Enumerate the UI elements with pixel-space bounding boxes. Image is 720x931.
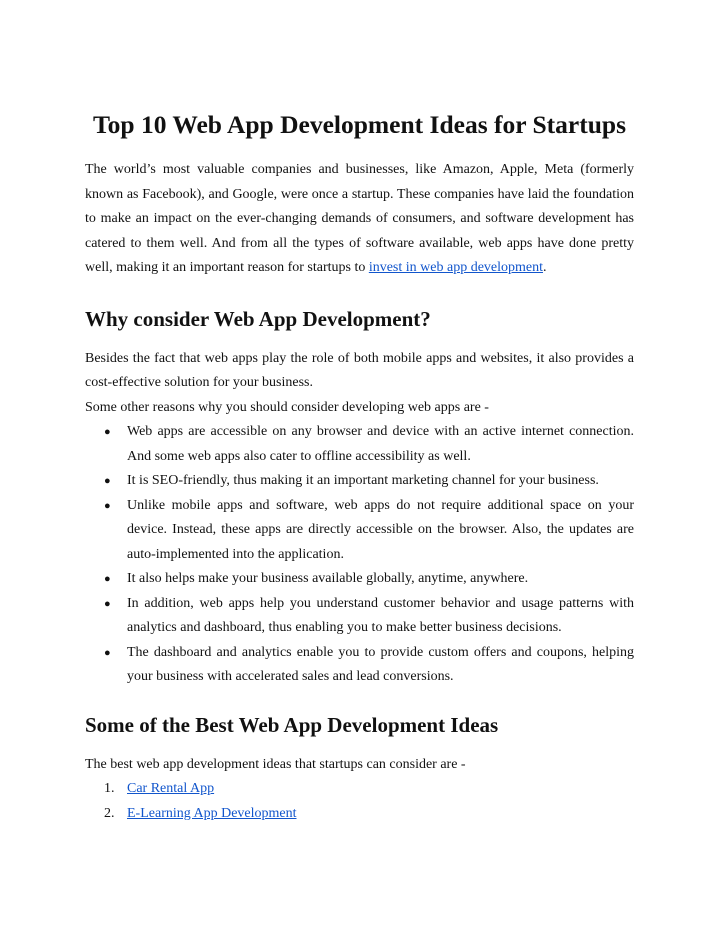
list-item: ● The dashboard and analytics enable you … <box>85 641 634 690</box>
why-paragraph-1: Besides the fact that web apps play the … <box>85 350 634 391</box>
car-rental-app-link[interactable]: Car Rental App <box>127 781 214 796</box>
list-item-text: The dashboard and analytics enable you t… <box>127 644 634 685</box>
intro-paragraph: The world’s most valuable companies and … <box>85 158 634 281</box>
intro-text: The world’s most valuable companies and … <box>85 162 634 275</box>
list-item-text: Unlike mobile apps and software, web app… <box>127 497 634 562</box>
page-title: Top 10 Web App Development Ideas for Sta… <box>93 110 626 139</box>
list-item-text: In addition, web apps help you understan… <box>127 595 634 636</box>
list-item: ● Web apps are accessible on any browser … <box>85 420 634 469</box>
why-paragraph-2: Some other reasons why you should consid… <box>85 399 489 415</box>
bullet-icon: ● <box>104 426 111 438</box>
list-number: 1. <box>104 781 115 796</box>
bullet-icon: ● <box>104 475 111 487</box>
invest-link[interactable]: invest in web app development <box>369 260 543 275</box>
section-heading-ideas: Some of the Best Web App Development Ide… <box>85 712 499 737</box>
document-page: Top 10 Web App Development Ideas for Sta… <box>85 108 634 826</box>
list-number: 2. <box>104 805 115 821</box>
ideas-paragraph: The best web app development ideas that … <box>85 756 466 772</box>
list-item: 1. Car Rental App <box>85 777 634 802</box>
bullet-icon: ● <box>104 597 111 610</box>
list-item-text: It is SEO-friendly, thus making it an im… <box>127 473 599 488</box>
list-item: ● Unlike mobile apps and software, web ap… <box>85 494 634 568</box>
ideas-list: 1. Car Rental App 2. E-Learning App Develo… <box>85 777 634 826</box>
bullet-icon: ● <box>104 646 111 659</box>
reasons-list: ● Web apps are accessible on any browser … <box>85 420 634 690</box>
list-item: ● It also helps make your business availa… <box>85 567 634 592</box>
list-item: ● In addition, web apps help you understa… <box>85 592 634 641</box>
list-item-text: It also helps make your business availab… <box>127 571 529 586</box>
bullet-icon: ● <box>104 499 111 512</box>
list-item: 2. E-Learning App Development <box>85 802 634 827</box>
intro-after-link: . <box>543 260 547 275</box>
bullet-icon: ● <box>104 573 111 585</box>
e-learning-app-link[interactable]: E-Learning App Development <box>127 806 297 821</box>
list-item: ● It is SEO-friendly, thus making it an i… <box>85 469 634 494</box>
list-item-text: Web apps are accessible on any browser a… <box>127 424 634 464</box>
section-heading-why: Why consider Web App Development? <box>85 306 431 331</box>
